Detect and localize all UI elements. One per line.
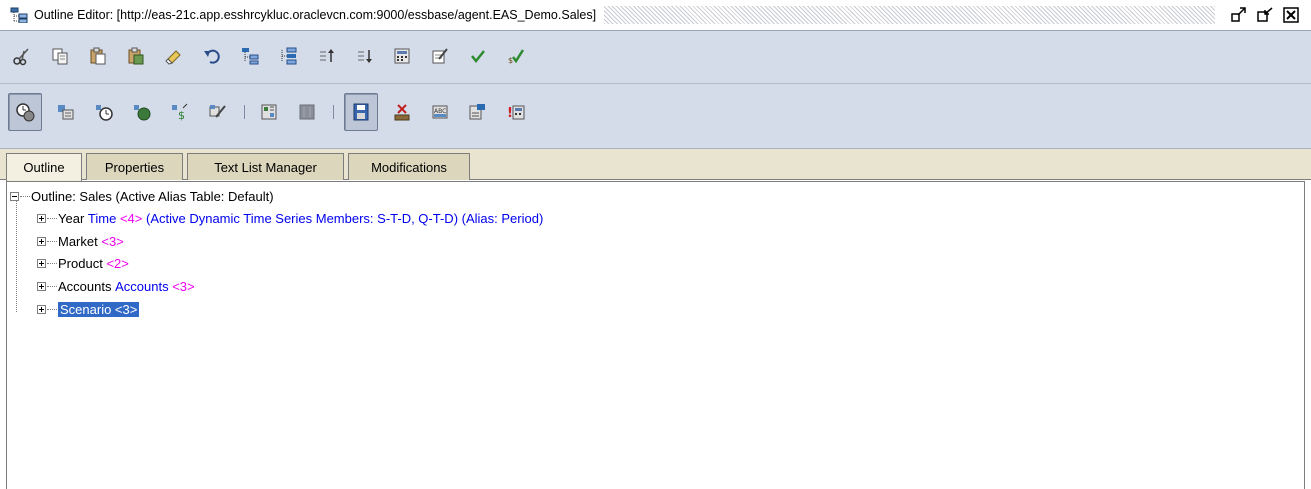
dock-icon[interactable] (1255, 6, 1275, 24)
tree-item-scenario[interactable]: Scenario <3> (37, 299, 140, 319)
alert-calculator-icon[interactable]: ! (502, 99, 530, 125)
expand-icon[interactable] (37, 304, 46, 314)
tree-item-year[interactable]: Year Time <4> (Active Dynamic Time Serie… (37, 208, 543, 228)
dimension-icon[interactable] (128, 99, 156, 125)
tab-text-list-manager[interactable]: Text List Manager (187, 153, 344, 180)
dimension-build-icon[interactable] (464, 99, 492, 125)
tab-label: Modifications (371, 159, 447, 175)
member-name: Year (58, 210, 85, 226)
undo-icon[interactable] (198, 43, 226, 69)
paste-special-icon[interactable] (122, 43, 150, 69)
collapse-icon[interactable] (10, 191, 19, 201)
toolbar-area: $ $ ABC ! (0, 31, 1311, 149)
tab-label: Text List Manager (214, 159, 317, 175)
formula-icon[interactable]: $ (166, 99, 194, 125)
member-info: (Active Dynamic Time Series Members: S-T… (145, 210, 544, 226)
expand-icon[interactable] (37, 236, 46, 246)
tab-modifications[interactable]: Modifications (348, 153, 470, 180)
member-count: <2> (106, 255, 129, 271)
member-name: Market (58, 233, 98, 249)
add-child-icon[interactable] (236, 43, 264, 69)
paste-icon[interactable] (84, 43, 112, 69)
toolbar-divider (333, 105, 334, 119)
svg-text:ABC: ABC (434, 108, 446, 115)
tree-item-accounts[interactable]: Accounts Accounts <3> (37, 276, 195, 296)
outline-tree[interactable]: Outline: Sales (Active Alias Table: Defa… (6, 181, 1305, 489)
member-name: Accounts (58, 278, 112, 294)
outline-root[interactable]: Outline: Sales (Active Alias Table: Defa… (10, 186, 274, 206)
time-icon[interactable] (90, 99, 118, 125)
undock-icon[interactable] (1229, 6, 1249, 24)
expand-icon[interactable] (37, 213, 46, 223)
title-bar: Outline Editor: [http://eas-21c.app.essh… (0, 0, 1311, 31)
copy-icon[interactable] (46, 43, 74, 69)
save-icon[interactable] (344, 93, 378, 131)
tab-strip: Outline Properties Text List Manager Mod… (0, 149, 1311, 181)
toolbar-separator (0, 83, 1311, 84)
tree-connector (47, 217, 57, 219)
tree-connector (20, 195, 30, 197)
edit-properties-icon[interactable] (426, 43, 454, 69)
svg-text:$: $ (508, 56, 513, 65)
associate-icon[interactable] (255, 99, 283, 125)
expand-icon[interactable] (37, 258, 46, 268)
expand-icon[interactable] (37, 281, 46, 291)
member-type: Accounts (115, 278, 169, 294)
attributes-icon[interactable] (204, 99, 232, 125)
sort-descending-icon[interactable] (350, 43, 378, 69)
tree-connector (47, 262, 57, 264)
member-count: <4> (119, 210, 143, 226)
member-type: Time (87, 210, 117, 226)
calculator-icon[interactable] (388, 43, 416, 69)
add-sibling-icon[interactable] (274, 43, 302, 69)
outline-toolbar: $ ABC ! (8, 90, 540, 134)
verify-all-icon[interactable]: $ (502, 43, 530, 69)
close-icon[interactable] (1281, 6, 1301, 24)
member-properties-icon[interactable] (52, 99, 80, 125)
toolbar-divider (244, 105, 245, 119)
tab-outline[interactable]: Outline (6, 153, 82, 181)
outline-editor-icon (10, 7, 28, 24)
tree-connector (47, 308, 57, 310)
edit-toolbar: $ (8, 34, 540, 78)
tab-properties[interactable]: Properties (86, 153, 183, 180)
member-name: Product (58, 255, 103, 271)
tree-item-product[interactable]: Product <2> (37, 253, 129, 273)
tree-item-market[interactable]: Market <3> (37, 231, 124, 251)
outline-root-label: Outline: Sales (Active Alias Table: Defa… (31, 188, 274, 204)
tree-connector (47, 240, 57, 242)
delete-icon[interactable] (388, 99, 416, 125)
svg-text:!: ! (507, 106, 513, 121)
verify-check-icon[interactable] (464, 43, 492, 69)
member-count: <3> (172, 278, 195, 294)
member-count: <3> (101, 233, 124, 249)
tab-label: Properties (104, 159, 165, 175)
svg-text:$: $ (178, 109, 185, 122)
title-bar-drag-area[interactable] (604, 6, 1215, 24)
tree-connector (47, 285, 57, 287)
spelling-icon[interactable]: ABC (426, 99, 454, 125)
window-title: Outline Editor: [http://eas-21c.app.essh… (34, 8, 597, 22)
view-toggle-icon[interactable] (8, 93, 42, 131)
tab-label: Outline (23, 160, 65, 175)
sort-ascending-icon[interactable] (312, 43, 340, 69)
cut-icon[interactable] (8, 43, 36, 69)
clear-icon[interactable] (160, 43, 188, 69)
member-name-selected[interactable]: Scenario <3> (58, 301, 140, 317)
disabled-icon (293, 99, 321, 125)
tree-connector (16, 198, 17, 312)
